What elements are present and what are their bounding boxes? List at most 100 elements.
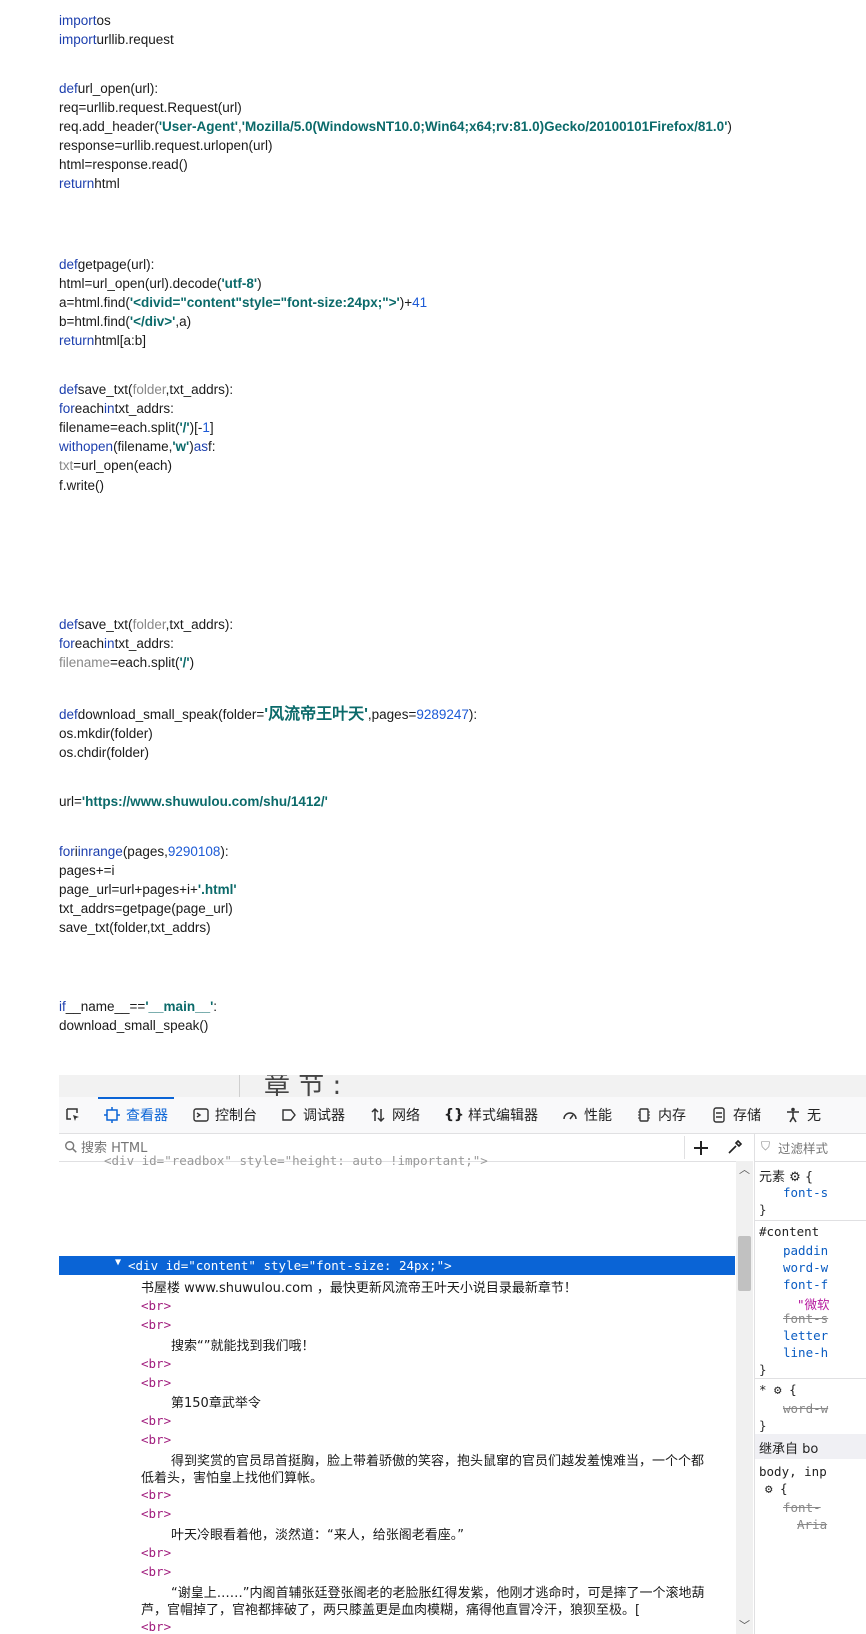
storage-icon — [713, 1107, 725, 1123]
eyedropper-icon[interactable] — [727, 1139, 743, 1155]
rule-selector[interactable]: ⚙ { — [765, 1481, 788, 1496]
add-node-icon[interactable] — [693, 1140, 709, 1156]
code-line: defdownload_small_speak(folder='风流帝王叶天',… — [59, 706, 478, 723]
selected-node-row[interactable]: ▼ <div id="content" style="font-size: 24… — [59, 1256, 735, 1275]
code-line: a=html.find('<divid="content"style="font… — [59, 295, 428, 310]
code-line: filename=each.split('/')[-1] — [59, 420, 214, 435]
tab-memory[interactable]: 内存 — [636, 1097, 686, 1133]
rule-property-overridden[interactable]: word-w — [783, 1401, 828, 1416]
scroll-up-icon[interactable]: ︿ — [739, 1161, 750, 1177]
text-node[interactable]: 搜索“”就能找到我们哦！ — [171, 1335, 314, 1354]
code-line: foreachintxt_addrs: — [59, 401, 174, 416]
tab-label: 样式编辑器 — [468, 1108, 538, 1124]
br-node[interactable]: <br> — [141, 1298, 171, 1313]
scrollbar-thumb[interactable] — [738, 1236, 751, 1291]
text-node[interactable]: 芦，官帽掉了，官袍都摔破了，两只膝盖更是血肉模糊，痛得他直冒冷汗，狼狈至极。[ — [141, 1599, 640, 1618]
br-node[interactable]: <br> — [141, 1375, 171, 1390]
tab-console[interactable]: 控制台 — [193, 1097, 257, 1133]
search-icon — [65, 1141, 77, 1153]
rule-property-overridden[interactable]: font- — [783, 1500, 821, 1515]
text-node[interactable]: 叶天冷眼看着他，淡然道：“来人，给张阁老看座。” — [171, 1524, 464, 1543]
rule-selector[interactable]: 元素 ⚙ { — [759, 1166, 813, 1185]
tab-accessibility[interactable]: 无 — [785, 1097, 821, 1133]
code-line: page_url=url+pages+i+'.html' — [59, 882, 237, 897]
code-line: req=urllib.request.Request(url) — [59, 100, 242, 115]
text-node[interactable]: 低着头，害怕皇上找他们算帐。 — [141, 1467, 323, 1486]
code-line: returnhtml[a:b] — [59, 333, 147, 348]
code-line: pages+=i — [59, 863, 115, 878]
rule-selector[interactable]: body, inp — [759, 1464, 827, 1479]
rule-property[interactable]: word-w — [783, 1260, 828, 1275]
tab-label: 存储 — [733, 1108, 761, 1124]
code-line: importurllib.request — [59, 32, 174, 47]
code-line: html=response.read() — [59, 157, 188, 172]
rule-value-overridden[interactable]: Aria — [797, 1517, 827, 1532]
filter-bar: ⛉ — [755, 1134, 866, 1162]
debugger-icon — [282, 1109, 296, 1121]
rule-property[interactable]: font-s — [783, 1185, 828, 1200]
code-line: download_small_speak() — [59, 1018, 209, 1033]
rule-property-overridden[interactable]: font-s — [783, 1311, 828, 1326]
code-line: txt=url_open(each) — [59, 458, 172, 473]
code-line: returnhtml — [59, 176, 120, 191]
code-line: if__name__=='__main__': — [59, 999, 218, 1014]
br-node[interactable]: <br> — [141, 1317, 171, 1332]
code-line: defsave_txt(folder,txt_addrs): — [59, 617, 234, 632]
br-node[interactable]: <br> — [141, 1619, 171, 1634]
braces-icon: {} — [444, 1107, 464, 1123]
br-node[interactable]: <br> — [141, 1545, 171, 1560]
devtools-panel: 章 节 : 查看器 控制台 调试器 网络 {} 样式编辑器 性能 内存 存储 无… — [59, 1075, 866, 1634]
rule-property[interactable]: font-f — [783, 1277, 828, 1292]
code-line: req.add_header('User-Agent','Mozilla/5.0… — [59, 119, 732, 134]
text-node[interactable]: 第150章武举令 — [171, 1392, 261, 1411]
code-line: defgetpage(url): — [59, 257, 155, 272]
tab-label: 内存 — [658, 1108, 686, 1124]
tab-style-editor[interactable]: {} 样式编辑器 — [444, 1097, 538, 1133]
rule-brace: } — [759, 1418, 767, 1433]
scroll-down-icon[interactable]: ﹀ — [739, 1617, 750, 1633]
code-line: filename=each.split('/') — [59, 655, 195, 670]
element-picker-button[interactable] — [65, 1097, 87, 1133]
code-line: foreachintxt_addrs: — [59, 636, 174, 651]
rule-property[interactable]: paddin — [783, 1243, 828, 1258]
code-line: url='https://www.shuwulou.com/shu/1412/' — [59, 794, 328, 809]
tab-network[interactable]: 网络 — [370, 1097, 420, 1133]
code-line: response=urllib.request.urlopen(url) — [59, 138, 273, 153]
markup-tree: <div id="readbox" style="height: auto !i… — [59, 1153, 735, 1634]
text-node[interactable]: 书屋楼 www.shuwulou.com ，最快更新风流帝王叶天小说目录最新章节… — [141, 1277, 577, 1296]
tab-debugger[interactable]: 调试器 — [281, 1097, 345, 1133]
divider — [239, 1075, 240, 1097]
code-line: b=html.find('</div>',a) — [59, 314, 192, 329]
filter-styles-input[interactable] — [776, 1138, 866, 1158]
code-line: withopen(filename,'w')asf: — [59, 439, 216, 454]
expand-triangle-icon[interactable]: ▼ — [115, 1257, 121, 1268]
inherited-header: 继承自 bo — [755, 1434, 866, 1459]
tab-storage[interactable]: 存储 — [711, 1097, 761, 1133]
br-node[interactable]: <br> — [141, 1413, 171, 1428]
br-node[interactable]: <br> — [141, 1506, 171, 1521]
code-line: foriinrange(pages,9290108): — [59, 844, 229, 859]
tab-label: 无 — [807, 1108, 821, 1124]
br-node[interactable]: <br> — [141, 1564, 171, 1579]
keyword: import — [59, 13, 97, 28]
tab-performance[interactable]: 性能 — [562, 1097, 612, 1133]
rule-selector[interactable]: #content — [759, 1224, 819, 1239]
br-node[interactable]: <br> — [141, 1487, 171, 1502]
filter-icon: ⛉ — [761, 1139, 771, 1153]
tab-label: 网络 — [392, 1108, 420, 1124]
markup-scrollbar[interactable]: ︿ ﹀ — [736, 1161, 753, 1634]
divider — [755, 1378, 866, 1379]
br-node[interactable]: <br> — [141, 1356, 171, 1371]
code-line: importos — [59, 13, 111, 28]
memory-icon — [638, 1108, 650, 1122]
tree-node-partial[interactable]: <div id="readbox" style="height: auto !i… — [104, 1153, 488, 1168]
console-icon — [193, 1108, 209, 1122]
tab-inspector[interactable]: 查看器 — [98, 1097, 174, 1133]
rules-panel: ⛉ 元素 ⚙ { font-s } #content paddin word-w… — [754, 1134, 866, 1634]
rule-property[interactable]: line-h — [783, 1345, 828, 1360]
tab-label: 控制台 — [215, 1108, 257, 1124]
rule-property[interactable]: letter — [783, 1328, 828, 1343]
rule-selector[interactable]: * ⚙ { — [759, 1382, 797, 1397]
br-node[interactable]: <br> — [141, 1432, 171, 1447]
network-icon — [371, 1107, 385, 1123]
